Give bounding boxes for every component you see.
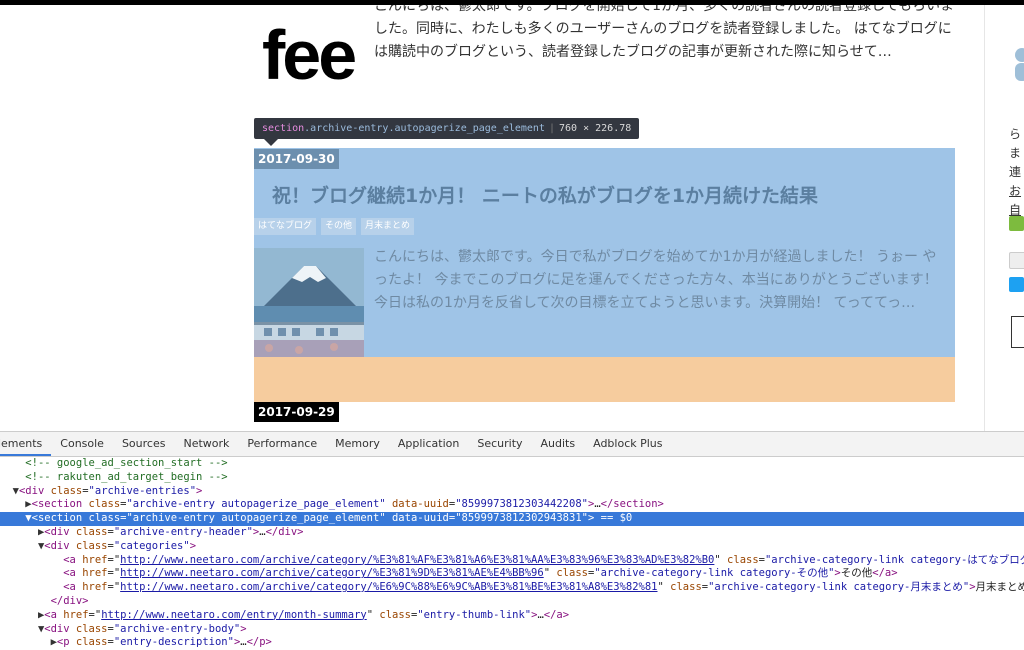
entry-categories: はてなブログ その他 月末まとめ	[254, 218, 415, 235]
tab-security[interactable]: Security	[468, 432, 531, 456]
page-viewport[interactable]: fee こんにちは、鬱太郎です。ブログを開始して1か月、多くの読者さんの読者登録…	[0, 5, 1024, 431]
tab-audits[interactable]: Audits	[532, 432, 585, 456]
attr-value: "archive-entries"	[88, 484, 197, 497]
entry-date: 2017-09-30	[254, 149, 339, 169]
entry-thumbnail[interactable]	[254, 248, 364, 357]
dom-node-thumb-link[interactable]: ▶<a href="http://www.neetaro.com/entry/m…	[0, 609, 1024, 623]
href-link[interactable]: http://www.neetaro.com/archive/category/…	[120, 554, 714, 566]
attr-value: "entry-thumb-link"	[417, 608, 532, 621]
comment-text: <!-- google_ad_section_start -->	[25, 457, 228, 469]
devtools-tab-bar: Elements Console Sources Network Perform…	[0, 432, 1024, 457]
tooltip-arrow	[264, 139, 278, 146]
user-icon	[1015, 48, 1024, 81]
tooltip-separator: |	[548, 123, 556, 134]
attr-value: "8599973812302943831"	[455, 512, 588, 525]
attr-value: "archive-category-link category-その他"	[594, 567, 835, 580]
sidebar-profile-text: ら ま 連 お 自	[1009, 125, 1021, 220]
tab-network[interactable]: Network	[174, 432, 238, 456]
sidebar-divider	[984, 5, 985, 431]
inspect-tooltip: section.archive-entry.autopagerize_page_…	[254, 118, 640, 139]
link-text: その他	[840, 567, 873, 580]
sidebar-plus-button[interactable]	[1009, 252, 1024, 269]
category-link[interactable]: 月末まとめ	[361, 218, 415, 235]
attr-name: class	[88, 512, 121, 525]
attr-name: data-uuid	[391, 512, 449, 525]
devtools-panel[interactable]: Elements Console Sources Network Perform…	[0, 431, 1024, 650]
sidebar-green-button[interactable]	[1009, 216, 1024, 231]
tag-name: <div	[18, 484, 45, 497]
dom-node-archive-entries[interactable]: ▼<div class="archive-entries">	[0, 485, 1024, 499]
dom-node-categories[interactable]: ▼<div class="categories">	[0, 540, 1024, 554]
next-entry-date: 2017-09-29	[254, 402, 339, 422]
sidebar-box	[1011, 316, 1024, 348]
dom-node-entry-description[interactable]: ▶<p class="entry-description">…</p>	[0, 636, 1024, 650]
dom-node-category-link[interactable]: <a href="http://www.neetaro.com/archive/…	[0, 567, 1024, 581]
attr-value: "archive-category-link category-はてなブログ"	[764, 553, 1024, 566]
twitter-button[interactable]	[1009, 277, 1024, 292]
sidebar-line: ら	[1009, 127, 1022, 141]
entry-title-link[interactable]: 祝！ブログ継続1か月！ ニートの私がブログを1か月続けた結果	[272, 181, 818, 208]
sidebar-line: ま	[1009, 146, 1022, 160]
dom-node-section[interactable]: ▶<section class="archive-entry autopager…	[0, 498, 1024, 512]
attr-name: class	[50, 484, 83, 497]
attr-value: "archive-entry-header"	[113, 525, 253, 538]
sidebar-line: 連	[1009, 165, 1022, 179]
attr-value: "archive-entry-body"	[113, 622, 241, 635]
href-link[interactable]: http://www.neetaro.com/archive/category/…	[120, 567, 544, 579]
tab-memory[interactable]: Memory	[326, 432, 389, 456]
tab-elements[interactable]: Elements	[0, 432, 52, 456]
link-text: 月末まとめ	[975, 581, 1024, 594]
tab-sources[interactable]: Sources	[113, 432, 175, 456]
attr-name: class	[88, 498, 121, 511]
dom-tree[interactable]: <!-- google_ad_section_start --> <!-- ra…	[0, 457, 1024, 650]
attr-value: "8599973812303442208"	[455, 498, 588, 511]
tab-console[interactable]: Console	[51, 432, 113, 456]
mount-fuji-illustration	[254, 248, 364, 357]
dom-node-section-selected[interactable]: ▼<section class="archive-entry autopager…	[0, 512, 1024, 526]
href-link[interactable]: http://www.neetaro.com/entry/month-summa…	[101, 609, 367, 621]
entry-description: こんにちは、鬱太郎です。今日で私がブログを始めてか1か月が経過しました！ うぉー…	[374, 249, 938, 311]
category-link[interactable]: その他	[321, 218, 357, 235]
href-link[interactable]: http://www.neetaro.com/archive/category/…	[120, 581, 657, 593]
tooltip-size: 760 × 226.78	[559, 123, 632, 134]
dom-node-comment[interactable]: <!-- google_ad_section_start -->	[0, 457, 1024, 471]
category-link[interactable]: はてなブログ	[254, 218, 317, 235]
dom-node-close-div[interactable]: </div>	[0, 595, 1024, 609]
attr-value: "archive-entry autopagerize_page_element…	[126, 498, 386, 511]
tab-application[interactable]: Application	[389, 432, 468, 456]
dom-node-header[interactable]: ▶<div class="archive-entry-header">…</di…	[0, 526, 1024, 540]
dom-node-category-link[interactable]: <a href="http://www.neetaro.com/archive/…	[0, 581, 1024, 595]
attr-value: "archive-category-link category-月末まとめ"	[708, 581, 970, 594]
prev-entry-description: こんにちは、鬱太郎です。ブログを開始して1か月、多くの読者さんの読者登録してもら…	[374, 5, 954, 60]
dom-node-comment[interactable]: <!-- rakuten_ad_target_begin -->	[0, 471, 1024, 485]
attr-value: "categories"	[113, 539, 190, 552]
tab-adblock-plus[interactable]: Adblock Plus	[584, 432, 671, 456]
sidebar-link[interactable]: お	[1009, 182, 1021, 201]
attr-name: data-uuid	[391, 498, 449, 511]
element-highlight-padding	[254, 357, 955, 402]
tooltip-classes: .archive-entry.autopagerize_page_element	[304, 123, 545, 134]
attr-value: "entry-description"	[113, 636, 234, 649]
comment-text: <!-- rakuten_ad_target_begin -->	[25, 470, 228, 483]
feed-logo: fee	[262, 16, 357, 94]
tooltip-tag: section	[262, 123, 305, 134]
tab-performance[interactable]: Performance	[238, 432, 326, 456]
attr-value: "archive-entry autopagerize_page_element…	[126, 512, 386, 525]
dom-node-entry-body[interactable]: ▼<div class="archive-entry-body">	[0, 623, 1024, 637]
dom-node-category-link[interactable]: <a href="http://www.neetaro.com/archive/…	[0, 554, 1024, 568]
selected-node-marker: == $0	[600, 512, 633, 525]
